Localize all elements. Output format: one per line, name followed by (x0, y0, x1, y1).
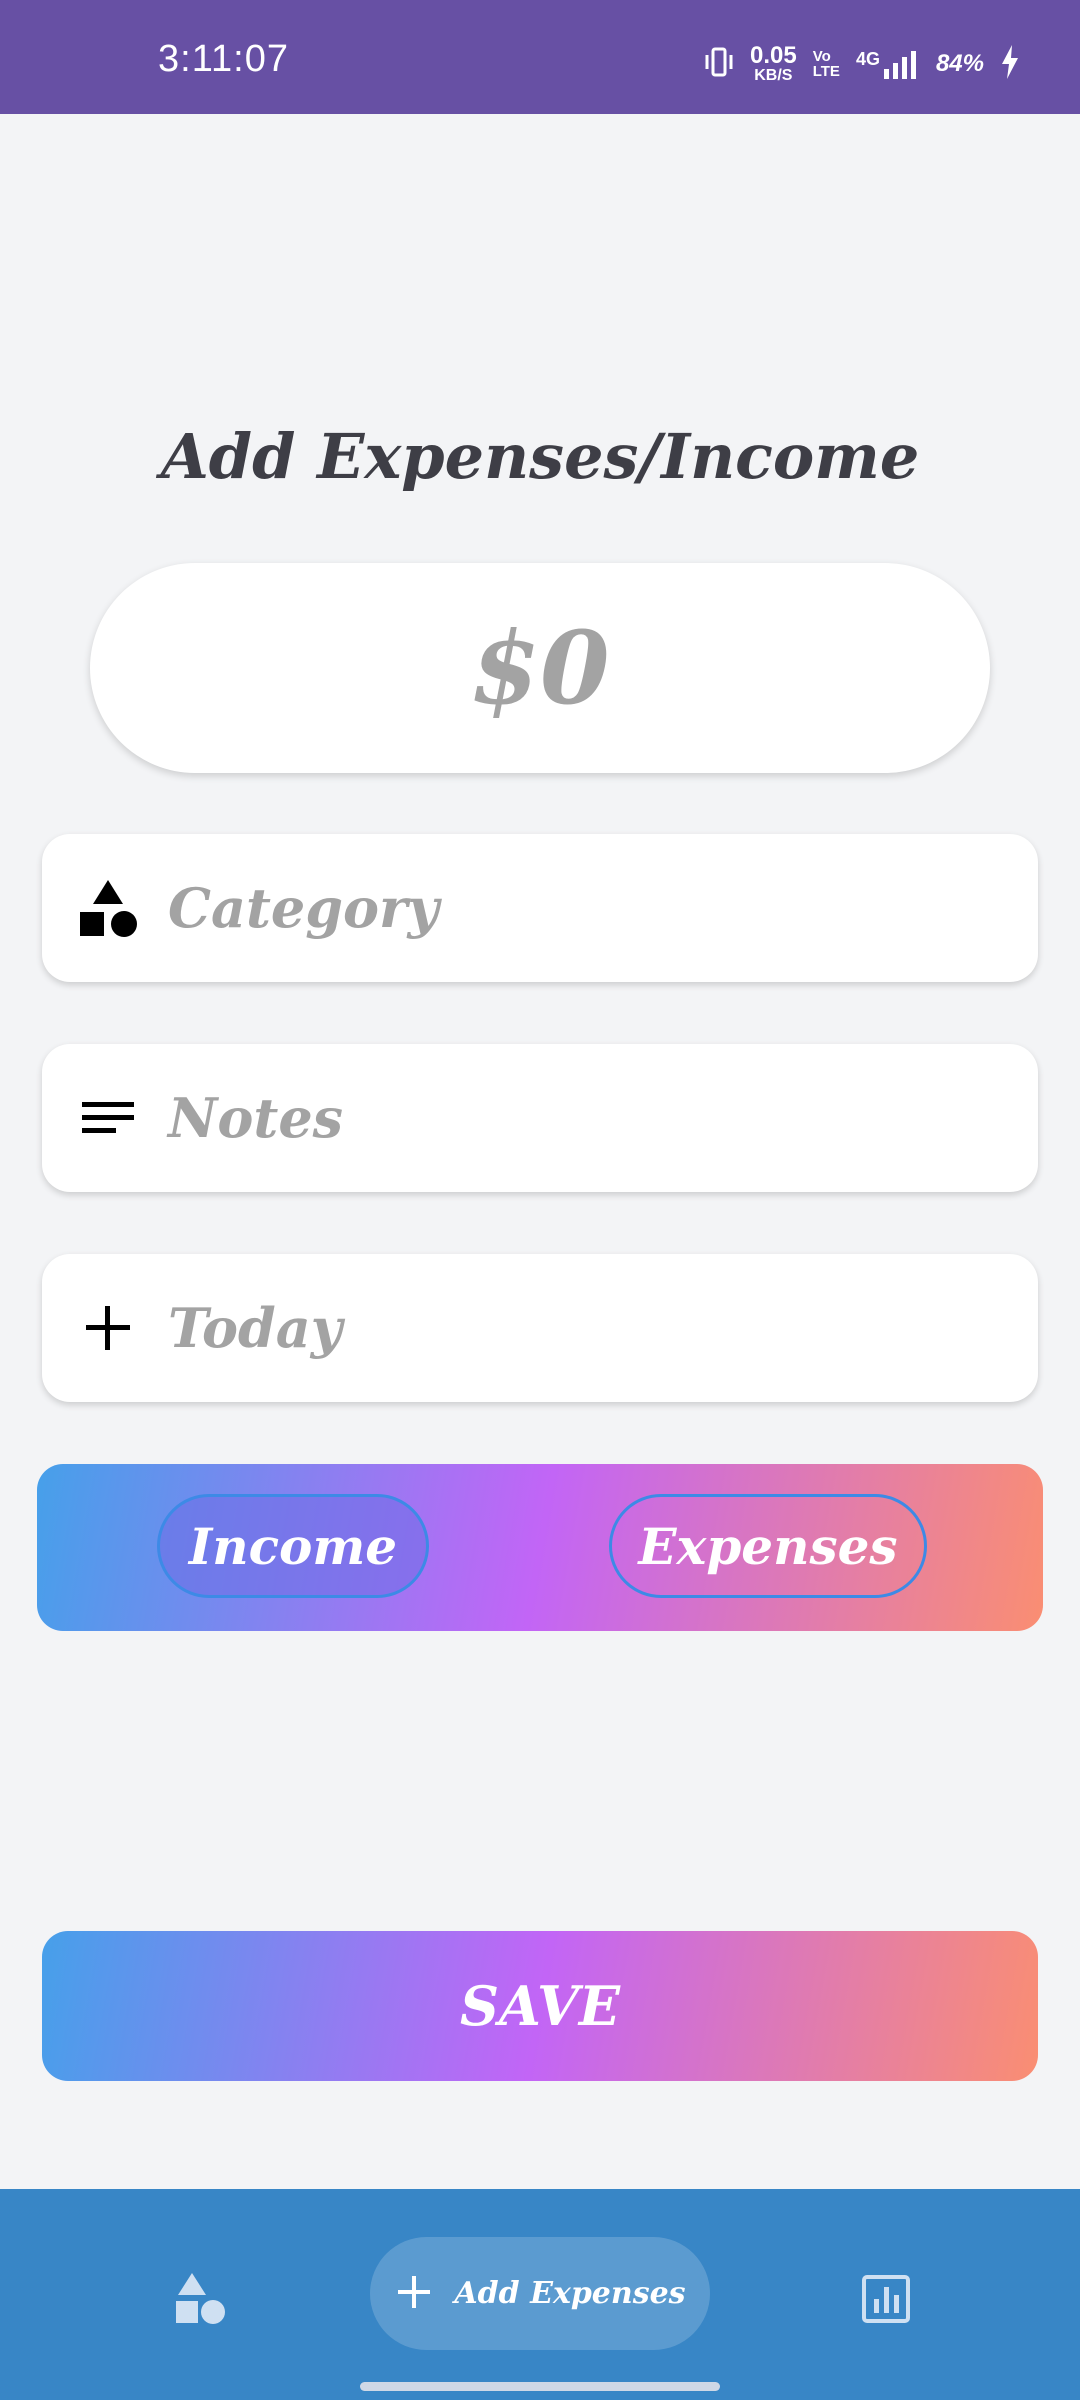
date-label: Today (168, 1296, 343, 1360)
status-icons: 0.05 KB/S Vo LTE 4G 84% (704, 44, 1020, 84)
gesture-home-indicator[interactable] (360, 2382, 720, 2391)
network-type: 4G (855, 49, 880, 69)
nav-home-shapes-icon[interactable] (170, 2269, 230, 2329)
volte-top: Vo (812, 48, 831, 65)
notes-label: Notes (168, 1086, 344, 1150)
date-field[interactable]: Today (42, 1254, 1038, 1402)
status-bar: 3:11:07 0.05 KB/S Vo LTE 4G 84% (0, 0, 1080, 114)
amount-input[interactable]: $0 (90, 563, 990, 773)
notes-icon (78, 1088, 138, 1148)
notes-field[interactable]: Notes (42, 1044, 1038, 1192)
add-expenses-label: Add Expenses (454, 2276, 686, 2311)
net-speed-value: 0.05 (750, 42, 797, 69)
status-time: 3:11:07 (158, 38, 289, 80)
charging-icon (1000, 45, 1020, 83)
add-expenses-nav-button[interactable]: Add Expenses (370, 2237, 710, 2350)
volte-indicator: Vo LTE (813, 49, 840, 79)
bar-chart-icon[interactable] (856, 2269, 916, 2329)
battery-level: 84% (935, 50, 984, 77)
amount-placeholder: $0 (470, 609, 610, 727)
income-button[interactable]: Income (157, 1494, 429, 1598)
volte-bottom: LTE (812, 63, 840, 80)
shapes-icon (78, 878, 138, 938)
network-speed: 0.05 KB/S (750, 44, 797, 84)
bottom-nav: Add Expenses (0, 2189, 1080, 2400)
net-speed-unit: KB/S (754, 67, 793, 84)
plus-icon (78, 1298, 138, 1358)
vibrate-icon (704, 46, 734, 82)
plus-icon (394, 2272, 434, 2316)
signal-icon: 4G (856, 49, 920, 79)
save-button[interactable]: SAVE (42, 1931, 1038, 2081)
category-field[interactable]: Category (42, 834, 1038, 982)
type-toggle: Income Expenses (37, 1464, 1043, 1631)
page-title: Add Expenses/Income (160, 420, 920, 493)
category-label: Category (168, 876, 439, 940)
expenses-button[interactable]: Expenses (609, 1494, 927, 1598)
